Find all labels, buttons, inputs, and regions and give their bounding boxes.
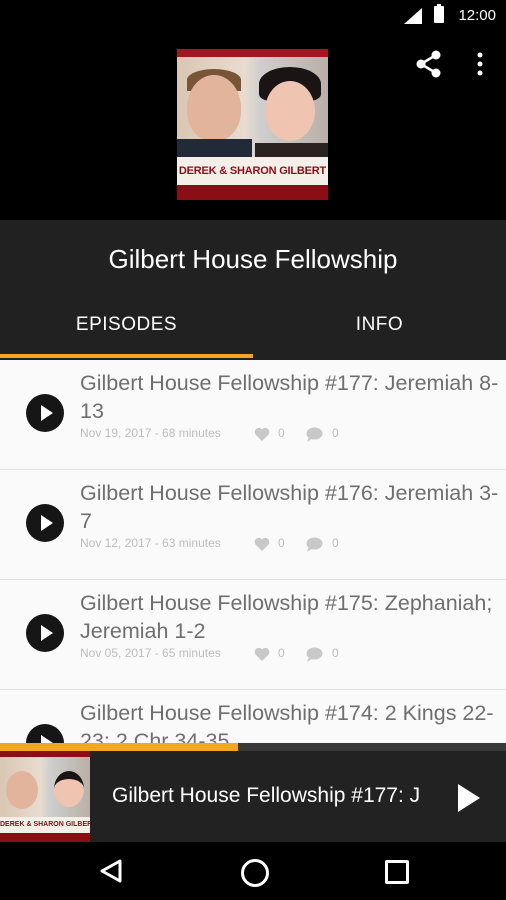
battery-icon [434, 4, 444, 23]
play-icon[interactable] [26, 504, 64, 542]
episode-row[interactable]: Gilbert House Fellowship #176: Jeremiah … [0, 470, 506, 580]
comment-icon[interactable] [306, 537, 323, 552]
playback-progress-fill [0, 743, 238, 751]
episode-title[interactable]: Gilbert House Fellowship #176: Jeremiah … [80, 479, 500, 535]
tab-info[interactable]: INFO [253, 314, 506, 336]
more-vert-icon[interactable] [470, 49, 490, 79]
episode-title[interactable]: Gilbert House Fellowship #177: Jeremiah … [80, 369, 500, 425]
comment-count: 0 [332, 646, 339, 660]
episode-title[interactable]: Gilbert House Fellowship #175: Zephaniah… [80, 589, 500, 645]
home-icon[interactable] [241, 859, 269, 887]
episode-meta: Nov 12, 2017 - 63 minutes [80, 536, 221, 550]
cover-caption: DEREK & SHARON GILBERT [177, 157, 328, 185]
like-count: 0 [278, 426, 285, 440]
comment-count: 0 [332, 426, 339, 440]
tab-episodes[interactable]: EPISODES [0, 314, 253, 336]
episode-row[interactable]: Gilbert House Fellowship #175: Zephaniah… [0, 580, 506, 690]
podcast-cover-art: DEREK & SHARON GILBERT [177, 49, 328, 200]
mini-cover-caption: DEREK & SHARON GILBERT [0, 817, 90, 833]
comment-icon[interactable] [306, 427, 323, 442]
comment-icon[interactable] [306, 647, 323, 662]
episode-meta: Nov 19, 2017 - 68 minutes [80, 426, 221, 440]
heart-icon[interactable] [254, 647, 270, 661]
like-count: 0 [278, 536, 285, 550]
episode-row[interactable]: Gilbert House Fellowship #177: Jeremiah … [0, 360, 506, 470]
podcast-title: Gilbert House Fellowship [108, 244, 398, 274]
signal-icon [404, 8, 422, 24]
episode-list[interactable]: Gilbert House Fellowship #177: Jeremiah … [0, 360, 506, 753]
share-icon[interactable] [414, 49, 444, 79]
play-icon[interactable] [458, 784, 480, 812]
mini-player-cover-art: DEREK & SHARON GILBERT [0, 751, 90, 842]
mini-player[interactable]: DEREK & SHARON GILBERT Gilbert House Fel… [0, 751, 506, 842]
playback-progress-bar[interactable] [0, 743, 506, 751]
heart-icon[interactable] [254, 427, 270, 441]
status-time: 12:00 [458, 7, 496, 24]
status-bar: 12:00 [0, 0, 506, 32]
play-icon[interactable] [26, 614, 64, 652]
heart-icon[interactable] [254, 537, 270, 551]
header: DEREK & SHARON GILBERT [0, 32, 506, 220]
tab-indicator [0, 354, 253, 358]
title-block: Gilbert House Fellowship EPISODES INFO [0, 220, 506, 360]
recents-icon[interactable] [385, 860, 409, 884]
comment-count: 0 [332, 536, 339, 550]
back-icon[interactable] [98, 858, 124, 884]
navigation-bar [0, 842, 506, 900]
like-count: 0 [278, 646, 285, 660]
episode-meta: Nov 05, 2017 - 65 minutes [80, 646, 221, 660]
now-playing-title[interactable]: Gilbert House Fellowship #177: J [112, 784, 442, 808]
play-icon[interactable] [26, 394, 64, 432]
